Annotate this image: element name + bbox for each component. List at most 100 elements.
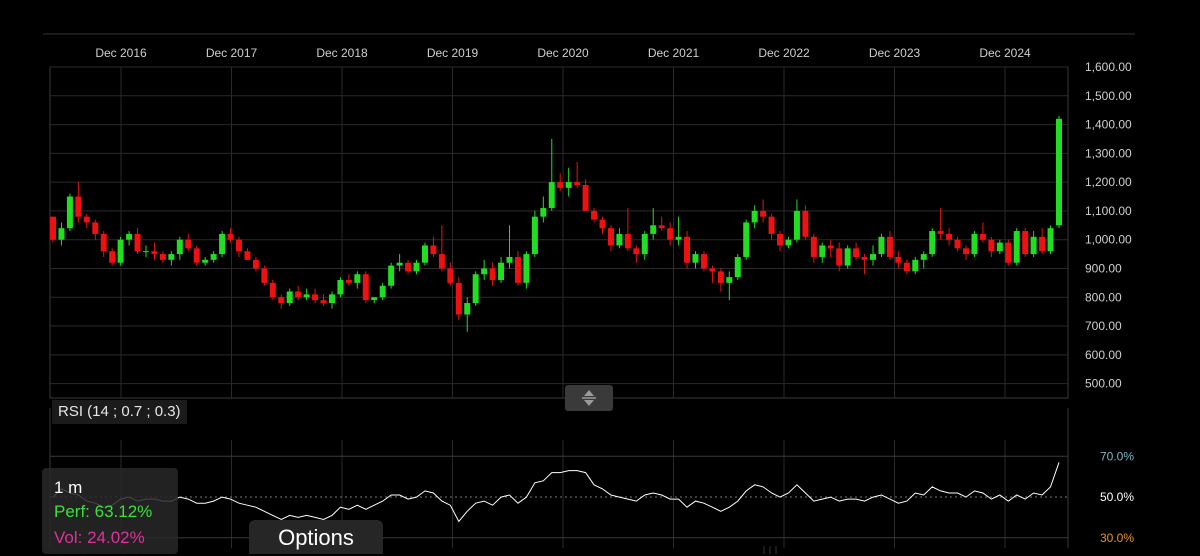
candle [489,262,496,286]
candle [641,231,648,260]
candle-body [591,210,598,220]
timeframe-label: 1 m [54,478,83,497]
candle [1022,228,1029,257]
candle [684,231,691,269]
candle [667,222,674,246]
candle [886,231,893,260]
candle [963,245,970,260]
candle [979,222,986,243]
candle-body [616,233,623,246]
candle-body [134,233,141,252]
candle [582,179,589,211]
candle-body [853,248,860,257]
candle-body [295,291,302,298]
x-tick-label: Dec 2020 [537,46,589,60]
candle [692,251,699,269]
candle-body [151,251,158,255]
candle-body [717,271,724,283]
candle-body [261,268,268,283]
candle-body [692,254,699,263]
candle [421,242,428,266]
candle [514,251,521,286]
candle [1005,239,1012,266]
candle [83,213,90,229]
candle [853,242,860,260]
candle-body [574,182,581,186]
candle-body [498,262,505,280]
candle [971,231,978,257]
y-tick-label: 1,100.00 [1085,204,1132,218]
candle [210,251,217,263]
bottom-ticks [763,546,777,554]
candle [66,193,73,232]
candle-body [185,239,192,249]
candle-body [514,256,521,283]
candle-body [633,248,640,255]
candle [219,231,226,257]
candle-body [202,259,209,263]
candle-body [819,245,826,257]
candle-body [193,248,200,263]
candle-body [844,248,851,266]
options-button[interactable]: Options [249,520,383,554]
rsi-y-axis: 70.0% 50.0% 30.0% [1100,449,1134,545]
candle-body [388,265,395,286]
candle [650,208,657,240]
candle-body [83,216,90,223]
candle-body [109,251,116,263]
candle [785,236,792,249]
x-tick-label: Dec 2019 [427,46,479,60]
price-grid [49,66,1069,548]
candle-body [777,233,784,246]
candle [903,259,910,275]
candle-body [565,182,572,188]
candle-body [667,228,674,240]
candle-body [802,210,809,237]
rsi-indicator-label[interactable]: RSI (14 ; 0.7 ; 0.3) [52,400,187,424]
chart-canvas[interactable]: Dec 2016 Dec 2017 Dec 2018 Dec 2019 Dec 2020… [0,0,1200,554]
performance-stats: 1 m Perf: 63.12% Vol: 24.02% [42,468,178,554]
candle-body [743,222,750,257]
candle [743,219,750,260]
candle [1056,115,1062,229]
candle [793,199,800,243]
candle-body [92,222,99,234]
candle [878,233,885,257]
candle-body [1047,228,1054,252]
candle [142,245,149,257]
candle-body [785,239,792,246]
y-tick-label: 800.00 [1085,290,1122,304]
candle [607,225,614,252]
candle [937,208,944,240]
candle [700,251,707,272]
candlestick-series [50,115,1062,332]
candle-body [557,182,564,188]
candle-body [126,233,133,240]
candle [506,225,513,269]
candle-body [768,216,775,234]
x-axis: Dec 2016 Dec 2017 Dec 2018 Dec 2019 Dec 2020… [95,46,1031,60]
x-tick-label: Dec 2021 [648,46,700,60]
candle-body [599,219,606,229]
candle [726,271,733,301]
candle [109,248,116,266]
candle-body [946,233,953,240]
price-y-axis: 1,600.00 1,500.00 1,400.00 1,300.00 1,200.00… [1085,60,1132,391]
candle-body [523,254,530,283]
candle-body [75,196,82,217]
candle [717,268,724,292]
candle [591,208,598,223]
candle [996,239,1003,255]
y-tick-label: 1,400.00 [1085,118,1132,132]
candle-body [1022,231,1029,255]
panel-resize-handle[interactable] [565,385,613,411]
candle [388,262,395,289]
candle-body [58,228,65,240]
candle-body [929,231,936,255]
candle-body [734,256,741,278]
x-tick-label: Dec 2018 [316,46,368,60]
candle [455,277,462,321]
candle-body [278,297,285,304]
candle-body [66,196,73,229]
candle-body [937,231,944,234]
